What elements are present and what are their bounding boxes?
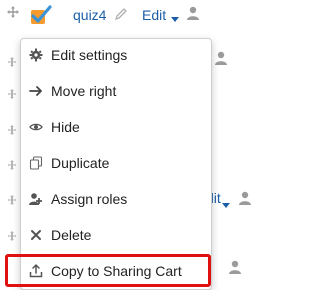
duplicate-icon	[29, 156, 43, 170]
menu-item-label: Assign roles	[51, 191, 128, 207]
menu-item-label: Delete	[51, 227, 92, 243]
move-icon[interactable]	[7, 6, 19, 18]
user-icon[interactable]	[228, 260, 242, 274]
menu-item-delete[interactable]: Delete	[21, 221, 211, 251]
menu-item-edit-settings[interactable]: Edit settings	[21, 41, 211, 71]
menu-item-label: Move right	[51, 83, 117, 99]
menu-item-label: Duplicate	[51, 155, 110, 171]
menu-item-duplicate[interactable]: Duplicate	[21, 149, 211, 179]
delete-icon	[29, 228, 43, 242]
arrow-right-icon	[29, 84, 43, 98]
edit-menu-link[interactable]: Edit	[142, 7, 166, 23]
pencil-icon[interactable]	[114, 6, 128, 22]
quiz-link[interactable]: quiz4	[73, 7, 106, 23]
menu-item-move-right[interactable]: Move right	[21, 77, 211, 107]
user-icon[interactable]	[214, 51, 228, 65]
move-icon[interactable]	[8, 231, 16, 241]
move-icon[interactable]	[8, 89, 16, 99]
quiz-checkbox-icon	[30, 4, 52, 26]
eye-icon	[29, 120, 43, 134]
menu-item-label: Edit settings	[51, 47, 128, 63]
caret-down-icon[interactable]	[171, 10, 179, 22]
user-icon[interactable]	[238, 191, 252, 205]
move-icon[interactable]	[8, 195, 16, 205]
move-icon[interactable]	[8, 160, 16, 170]
move-icon[interactable]	[8, 57, 16, 67]
user-icon[interactable]	[186, 6, 200, 20]
caret-down-icon[interactable]	[222, 196, 230, 208]
activity-row: quiz4 Edit	[0, 0, 260, 28]
menu-item-assign-roles[interactable]: Assign roles	[21, 185, 211, 215]
gear-icon	[29, 48, 43, 62]
assign-roles-icon	[29, 192, 43, 206]
menu-item-label: Hide	[51, 119, 80, 135]
highlight-annotation	[5, 254, 211, 287]
edit-dropdown-menu: Edit settings Move right Hide Duplicate …	[20, 38, 212, 290]
menu-item-hide[interactable]: Hide	[21, 113, 211, 143]
move-icon[interactable]	[8, 125, 16, 135]
